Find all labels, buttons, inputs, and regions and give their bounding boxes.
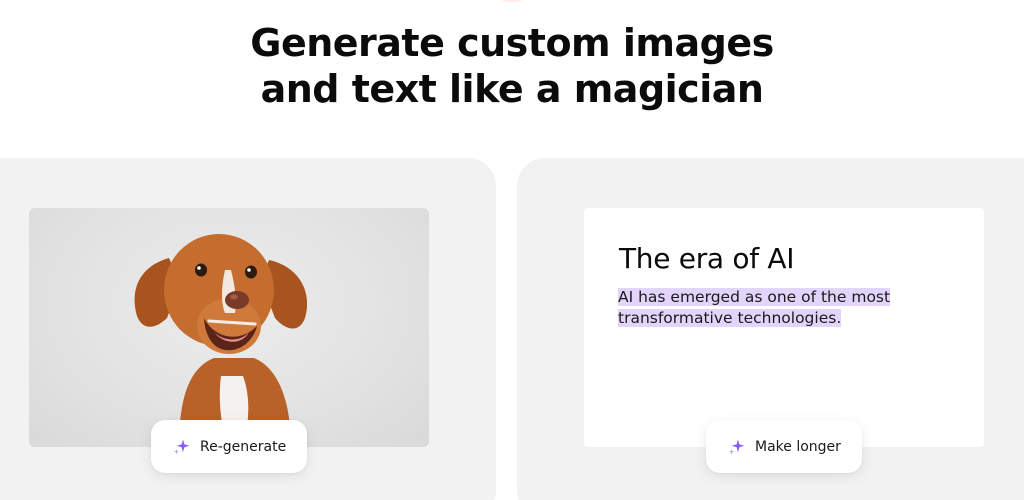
- document-title: The era of AI: [619, 242, 795, 275]
- generated-dog-image: [29, 208, 429, 447]
- page-headline: Generate custom images and text like a m…: [0, 20, 1024, 112]
- regenerate-button[interactable]: Re-generate: [151, 420, 307, 473]
- make-longer-button[interactable]: Make longer: [706, 420, 862, 473]
- highlighted-text[interactable]: AI has emerged as one of the most transf…: [618, 288, 891, 327]
- sparkle-icon: [174, 439, 190, 454]
- make-longer-label: Make longer: [755, 438, 841, 455]
- document-body: AI has emerged as one of the most transf…: [618, 287, 918, 329]
- page: Generate custom images and text like a m…: [0, 0, 1024, 500]
- dog-illustration: [134, 234, 308, 447]
- decorative-blob: [488, 0, 536, 2]
- headline-line-1: Generate custom images: [250, 21, 774, 65]
- headline-line-2: and text like a magician: [260, 67, 764, 111]
- text-document-panel: The era of AI AI has emerged as one of t…: [584, 208, 984, 447]
- regenerate-label: Re-generate: [200, 438, 287, 455]
- sparkle-icon: [729, 439, 745, 454]
